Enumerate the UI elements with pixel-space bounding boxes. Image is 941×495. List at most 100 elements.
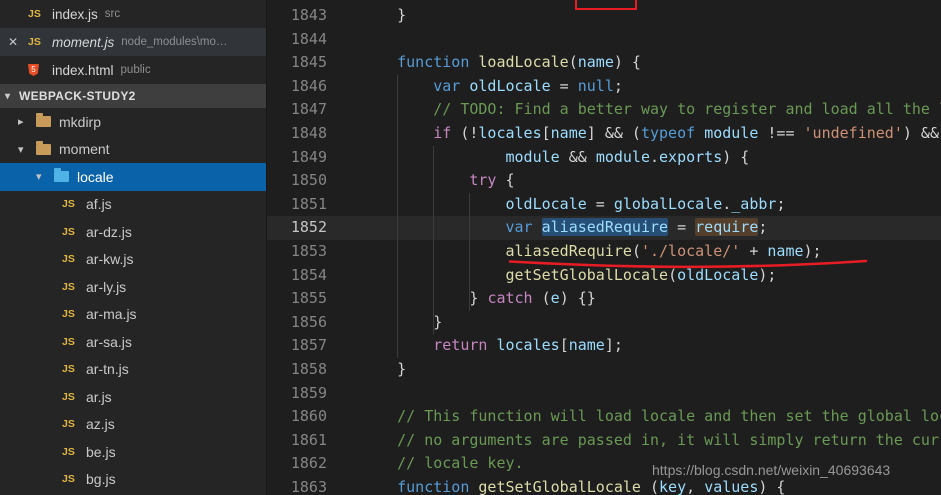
line-number: 1851 xyxy=(290,194,327,213)
code-line-1845[interactable]: 1845 function loadLocale(name) { xyxy=(267,51,941,75)
vscode-window: JS index.js src ✕ JS moment.js node_modules\mo… xyxy=(0,0,941,495)
file-tree: ▸ mkdirp ▾ moment ▾ locale JS af.js JS ar-dz.js JS… xyxy=(0,108,266,493)
line-number: 1863 xyxy=(290,477,327,495)
code-editor[interactable]: 1843 } 1844 1845 function loadLocale(name)… xyxy=(267,0,941,495)
tree-item-label: moment xyxy=(59,141,110,158)
open-editor-index-js[interactable]: JS index.js src xyxy=(0,0,266,28)
code-token: && xyxy=(559,147,596,166)
tree-item-label: az.js xyxy=(86,416,115,433)
line-number: 1860 xyxy=(290,407,327,426)
code-token: [ xyxy=(559,336,569,355)
js-file-icon: JS xyxy=(62,418,75,431)
code-token: oldLocale xyxy=(469,76,551,95)
code-line-1849[interactable]: 1849 module && module.exports) { xyxy=(267,146,941,170)
folder-icon xyxy=(36,140,51,155)
line-number: 1846 xyxy=(290,76,327,95)
line-text: } xyxy=(361,4,406,28)
code-token: var xyxy=(433,76,461,95)
code-token: globalLocale xyxy=(613,194,723,213)
chevron-down-icon: ▾ xyxy=(5,90,11,102)
line-text: } xyxy=(361,358,406,382)
code-line-1852[interactable]: 1852 var aliasedRequire = require; xyxy=(267,216,941,240)
code-line-1861[interactable]: 1861 // no arguments are passed in, it w… xyxy=(267,429,941,453)
tree-item-ar-ma-js[interactable]: JS ar-ma.js xyxy=(0,301,266,329)
code-token: [ xyxy=(541,123,551,142)
tree-item-be-js[interactable]: JS be.js xyxy=(0,438,266,466)
code-token: + xyxy=(740,241,768,260)
tree-item-bg-js[interactable]: JS bg.js xyxy=(0,466,266,494)
tree-item-label: ar-ly.js xyxy=(86,278,127,295)
open-editor-index-html[interactable]: 5 index.html public xyxy=(0,56,266,84)
open-editor-label: moment.js xyxy=(52,34,115,50)
code-token: !== xyxy=(758,123,804,142)
code-line-1847[interactable]: 1847 // TODO: Find a better way to regis… xyxy=(267,98,941,122)
chevron-down-icon[interactable]: ▾ xyxy=(18,143,36,156)
code-token: function xyxy=(397,477,470,495)
line-number: 1850 xyxy=(290,171,327,190)
code-token: . xyxy=(650,147,660,166)
tree-item-label: locale xyxy=(77,168,114,185)
tree-item-label: bg.js xyxy=(86,471,116,488)
tree-item-moment[interactable]: ▾ moment xyxy=(0,136,266,164)
code-line-1855[interactable]: 1855 } catch (e) {} xyxy=(267,287,941,311)
tree-item-ar-ly-js[interactable]: JS ar-ly.js xyxy=(0,273,266,301)
code-token: module xyxy=(704,123,759,142)
code-token: ) { xyxy=(722,147,750,166)
code-token: oldLocale xyxy=(677,265,759,284)
code-token: // no arguments are passed in, it will s… xyxy=(397,430,941,449)
code-line-1857[interactable]: 1857 return locales[name]; xyxy=(267,334,941,358)
code-line-1858[interactable]: 1858 } xyxy=(267,358,941,382)
tree-item-mkdirp[interactable]: ▸ mkdirp xyxy=(0,108,266,136)
code-line-1856[interactable]: 1856 } xyxy=(267,311,941,335)
chevron-right-icon[interactable]: ▸ xyxy=(18,115,36,128)
code-line-1846[interactable]: 1846 var oldLocale = null; xyxy=(267,75,941,99)
tree-item-ar-js[interactable]: JS ar.js xyxy=(0,383,266,411)
line-text: // This function will load locale and th… xyxy=(361,405,941,429)
open-editor-moment-js[interactable]: ✕ JS moment.js node_modules\mo… xyxy=(0,28,266,56)
open-editor-path: public xyxy=(120,64,151,76)
code-line-1850[interactable]: 1850 try { xyxy=(267,169,941,193)
tree-item-locale[interactable]: ▾ locale xyxy=(0,163,266,191)
code-line-1854[interactable]: 1854 getSetGlobalLocale(oldLocale); xyxy=(267,264,941,288)
code-token: // TODO: Find a better way to register a… xyxy=(433,100,941,119)
code-token: var xyxy=(505,218,533,237)
code-token: } xyxy=(361,312,443,331)
workspace-section-header[interactable]: ▾ WEBPACK-STUDY2 xyxy=(0,84,266,108)
code-line-1844[interactable]: 1844 xyxy=(267,28,941,52)
tree-item-az-js[interactable]: JS az.js xyxy=(0,411,266,439)
code-token: // This function will load locale and th… xyxy=(397,407,941,426)
line-text: try { xyxy=(361,169,514,193)
tree-item-ar-sa-js[interactable]: JS ar-sa.js xyxy=(0,328,266,356)
tree-item-ar-dz-js[interactable]: JS ar-dz.js xyxy=(0,218,266,246)
code-token: 'undefined' xyxy=(803,123,903,142)
line-number: 1859 xyxy=(290,383,327,402)
code-line-1848[interactable]: 1848 if (!locales[name] && (typeof modul… xyxy=(267,122,941,146)
code-token: exports xyxy=(659,147,723,166)
line-number: 1855 xyxy=(290,289,327,308)
code-token: } xyxy=(361,6,407,24)
code-line-1859[interactable]: 1859 xyxy=(267,382,941,406)
line-text: // no arguments are passed in, it will s… xyxy=(361,429,941,453)
open-editor-label: index.html xyxy=(52,62,114,78)
code-token: locales xyxy=(478,123,542,142)
code-line-1860[interactable]: 1860 // This function will load locale a… xyxy=(267,405,941,429)
js-file-icon: JS xyxy=(62,445,75,458)
chevron-down-icon[interactable]: ▾ xyxy=(36,170,54,183)
code-line-1853[interactable]: 1853 aliasedRequire('./locale/' + name); xyxy=(267,240,941,264)
line-number: 1847 xyxy=(290,100,327,119)
code-token: getSetGlobalLocale xyxy=(505,265,669,284)
code-line-1851[interactable]: 1851 oldLocale = globalLocale._abbr; xyxy=(267,193,941,217)
code-token: null xyxy=(577,76,614,95)
tree-item-label: ar-ma.js xyxy=(86,306,137,323)
tree-item-af-js[interactable]: JS af.js xyxy=(0,191,266,219)
close-icon[interactable]: ✕ xyxy=(8,35,28,49)
code-token: = xyxy=(550,76,578,95)
tree-item-ar-kw-js[interactable]: JS ar-kw.js xyxy=(0,246,266,274)
word-highlight: require xyxy=(695,218,759,237)
code-token: ); xyxy=(803,241,822,260)
code-token: module xyxy=(595,147,650,166)
tree-item-ar-tn-js[interactable]: JS ar-tn.js xyxy=(0,356,266,384)
line-text: getSetGlobalLocale(oldLocale); xyxy=(361,264,777,288)
code-token: ); xyxy=(758,265,777,284)
